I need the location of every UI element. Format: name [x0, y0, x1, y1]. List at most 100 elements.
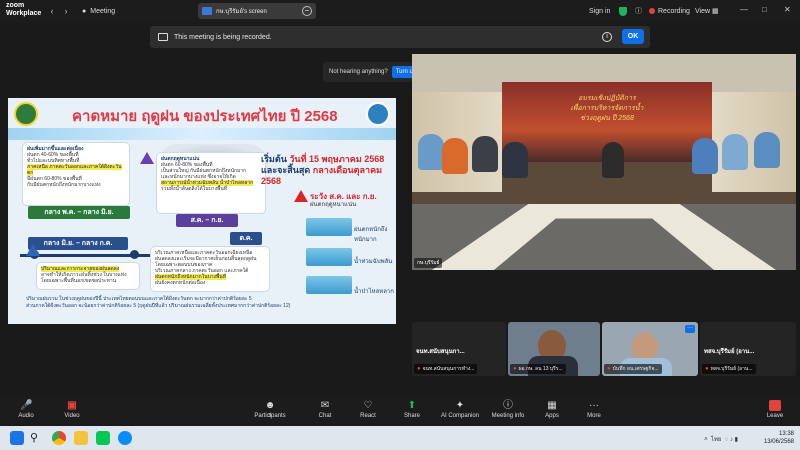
heart-icon: ♡: [363, 400, 373, 411]
participant-tile-2[interactable]: ● ผอ.กษ. ลน 13 บุรีร...: [508, 322, 600, 376]
more-dots-icon: ···: [589, 400, 599, 411]
forest-runoff-label: น้ำป่าไหลหลาก: [354, 289, 394, 295]
brand-line1: zoom: [6, 2, 25, 9]
participant-figure: [754, 132, 780, 168]
apps-label: Apps: [545, 413, 559, 419]
season-start-text: เริ่มต้น วันที่ 15 พฤษภาคม 2568 และจะสิ้…: [261, 154, 396, 187]
meeting-info-button[interactable]: ⓘ Meeting info: [488, 400, 528, 419]
main-video-caption: กษ.บุรีรัมย์: [414, 258, 443, 268]
view-menu[interactable]: View ▦: [695, 4, 719, 18]
slide-title: คาดหมาย ฤดูฝน ของประเทศไทย ปี 2568: [72, 108, 338, 125]
minimize-window-icon[interactable]: —: [740, 5, 748, 14]
mic-muted-icon: 🎤: [20, 400, 33, 411]
search-icon[interactable]: ⚲: [30, 431, 44, 445]
start-label: เริ่มต้น: [261, 154, 287, 164]
video-button[interactable]: ▣ Video: [52, 400, 92, 419]
participant-figure: [442, 138, 468, 174]
ai-companion-button[interactable]: ✦ AI Companion: [440, 400, 480, 419]
sign-in-label: Sign in: [589, 7, 611, 15]
main-video-tile[interactable]: อบรมเชิงปฏิบัติการ เพื่อการบริหารจัดการน…: [412, 54, 796, 270]
recording-ok-button[interactable]: OK: [622, 29, 644, 44]
react-button[interactable]: ♡ React: [348, 400, 388, 419]
tile-3-caption-text: บันทึก ลน.เศรษฐกิจ...: [612, 366, 659, 372]
tile-2-caption: ● ผอ.กษ. ลน 13 บุรีร...: [510, 364, 566, 374]
back-icon[interactable]: ‹: [46, 5, 58, 17]
warning-text: ระวัง ส.ค. และ ก.ย. ฝนตกฤดูหนาแน่น: [310, 192, 377, 210]
tag-aug-sep: ส.ค. – ก.ย.: [176, 214, 238, 227]
react-label: React: [360, 413, 376, 419]
forest-runoff-image: [306, 276, 352, 294]
system-tray[interactable]: ˄ ไทย ◌ ♪ ▮: [704, 434, 738, 444]
share-label: Share: [403, 413, 420, 419]
apps-button[interactable]: ▦ Apps: [532, 400, 572, 419]
participants-icon: ☻5: [264, 400, 276, 419]
participant-tile-3[interactable]: ··· ● บันทึก ลน.เศรษฐกิจ...: [602, 322, 698, 376]
line-app-icon[interactable]: [96, 431, 110, 445]
close-window-icon[interactable]: ✕: [784, 5, 791, 14]
slide-card-peak: ฝนตกฤดูหนาแน่น ฝนตก 60-80% ของพื้นที่ เป…: [156, 152, 266, 214]
minimize-share-icon[interactable]: −: [302, 6, 312, 16]
caution-triangle-icon: [26, 244, 40, 256]
paw-icon: ●: [82, 7, 87, 15]
card3-line3: โดยเฉพาะพื้นที่นอกเขตชลประทาน: [41, 278, 117, 284]
mic-muted-icon: ●: [513, 366, 517, 372]
warning-subtitle: ฝนตกฤดูหนาแน่น: [310, 202, 357, 208]
share-button[interactable]: ⬆ Share: [392, 400, 432, 419]
screen-share-pill[interactable]: กษ.บุรีรัมย์'s screen −: [198, 3, 316, 19]
video-label: Video: [64, 413, 80, 419]
zoom-taskbar-icon[interactable]: [118, 431, 132, 445]
participant-figure: [502, 142, 528, 178]
encryption-shield-icon[interactable]: [619, 4, 627, 18]
footnote-line2: ส่วนภาคใต้ฝั่งตะวันออก จะน้อยกว่าค่าปกติ…: [26, 303, 291, 309]
wave-banner: [8, 128, 396, 140]
share-arrow-icon: ⬆: [407, 400, 417, 411]
maximize-window-icon[interactable]: □: [762, 5, 767, 14]
forward-icon[interactable]: ›: [60, 5, 72, 17]
brand-line2: Workplace: [6, 10, 42, 17]
participant-tile-4[interactable]: ทสจ.บุรีรัมย์ (อาน... ● ทสจ.บุรีรัมย์ (อา…: [700, 322, 796, 376]
recording-info-icon[interactable]: i: [602, 32, 612, 42]
chat-button[interactable]: ✉ Chat: [305, 400, 345, 419]
footnote-line1: ปริมาณฝนรวม ในช่วงฤดูฝนของปีนี้ ประเทศไท…: [26, 296, 252, 302]
rain-heavy-label: ฝนตกหนักถึงหนักมาก: [354, 227, 388, 243]
timeline-dot: [130, 250, 139, 259]
screen-share-icon: [202, 7, 212, 15]
participant-figure: [602, 142, 624, 178]
card2-line5: รวมทั้งน้ำล้นตลิ่งได้ในบางพื้นที่: [161, 186, 228, 192]
windows-start-icon[interactable]: [10, 431, 24, 445]
sparkle-icon: ✦: [455, 400, 465, 411]
participant-figure: [692, 138, 718, 174]
more-label: More: [587, 413, 601, 419]
recording-banner: This meeting is being recorded. i OK: [150, 26, 650, 48]
clock-time: 13:38: [778, 431, 794, 437]
sign-in-link[interactable]: Sign in: [589, 4, 610, 18]
card1-line5: กับมีฝนตกหนักถึงหนักมากบางแห่ง: [27, 182, 101, 188]
slide-card-early: ฝนเพิ่มมากขึ้นและต่อเนื่อง ฝนตก 40-60% ข…: [22, 142, 130, 206]
leave-button[interactable]: Leave: [760, 400, 790, 419]
title-bar: zoom Workplace ‹ › ● Meeting กษ.บุรีรัมย…: [0, 0, 800, 22]
chat-icon: ✉: [320, 400, 330, 411]
tile-3-caption: ● บันทึก ลน.เศรษฐกิจ...: [604, 364, 662, 374]
participant-tile-1[interactable]: จนท.สนับสนุนกา... ● จนท.สนับสนุนการทำง...: [412, 322, 506, 376]
tag-mid-june-mid-july: กลาง มิ.ย. – กลาง ก.ค.: [28, 237, 128, 250]
recording-indicator[interactable]: Recording: [649, 4, 690, 18]
participant-figure: [722, 134, 748, 170]
audio-button[interactable]: 🎤 Audio: [6, 400, 46, 419]
meeting-tab[interactable]: ● Meeting: [82, 4, 115, 18]
danger-triangle-icon: [294, 190, 308, 202]
more-button[interactable]: ··· More: [574, 400, 614, 419]
more-options-icon[interactable]: ···: [685, 325, 695, 333]
leave-icon: [769, 400, 781, 411]
tile-4-caption: ● ทสจ.บุรีรัมย์ (อาน...: [702, 364, 756, 374]
taskbar-clock[interactable]: 13:38 13/06/2568: [764, 430, 794, 446]
chrome-icon[interactable]: [52, 431, 66, 445]
info-icon[interactable]: ⓘ: [635, 4, 642, 18]
participants-button[interactable]: ☻5 Participants: [250, 400, 290, 419]
meeting-toolbar: 🎤 Audio ▣ Video ☻5 Participants ✉ Chat ♡ Reac…: [0, 396, 800, 424]
file-explorer-icon[interactable]: [74, 431, 88, 445]
tag-october: ต.ค.: [230, 232, 262, 245]
clock-date: 13/06/2568: [763, 439, 794, 445]
warning-title: ระวัง ส.ค. และ ก.ย.: [310, 192, 377, 201]
recording-banner-text: This meeting is being recorded.: [174, 33, 272, 41]
windows-taskbar: ⚲ ˄ ไทย ◌ ♪ ▮ 13:38 13/06/2568: [0, 426, 800, 450]
